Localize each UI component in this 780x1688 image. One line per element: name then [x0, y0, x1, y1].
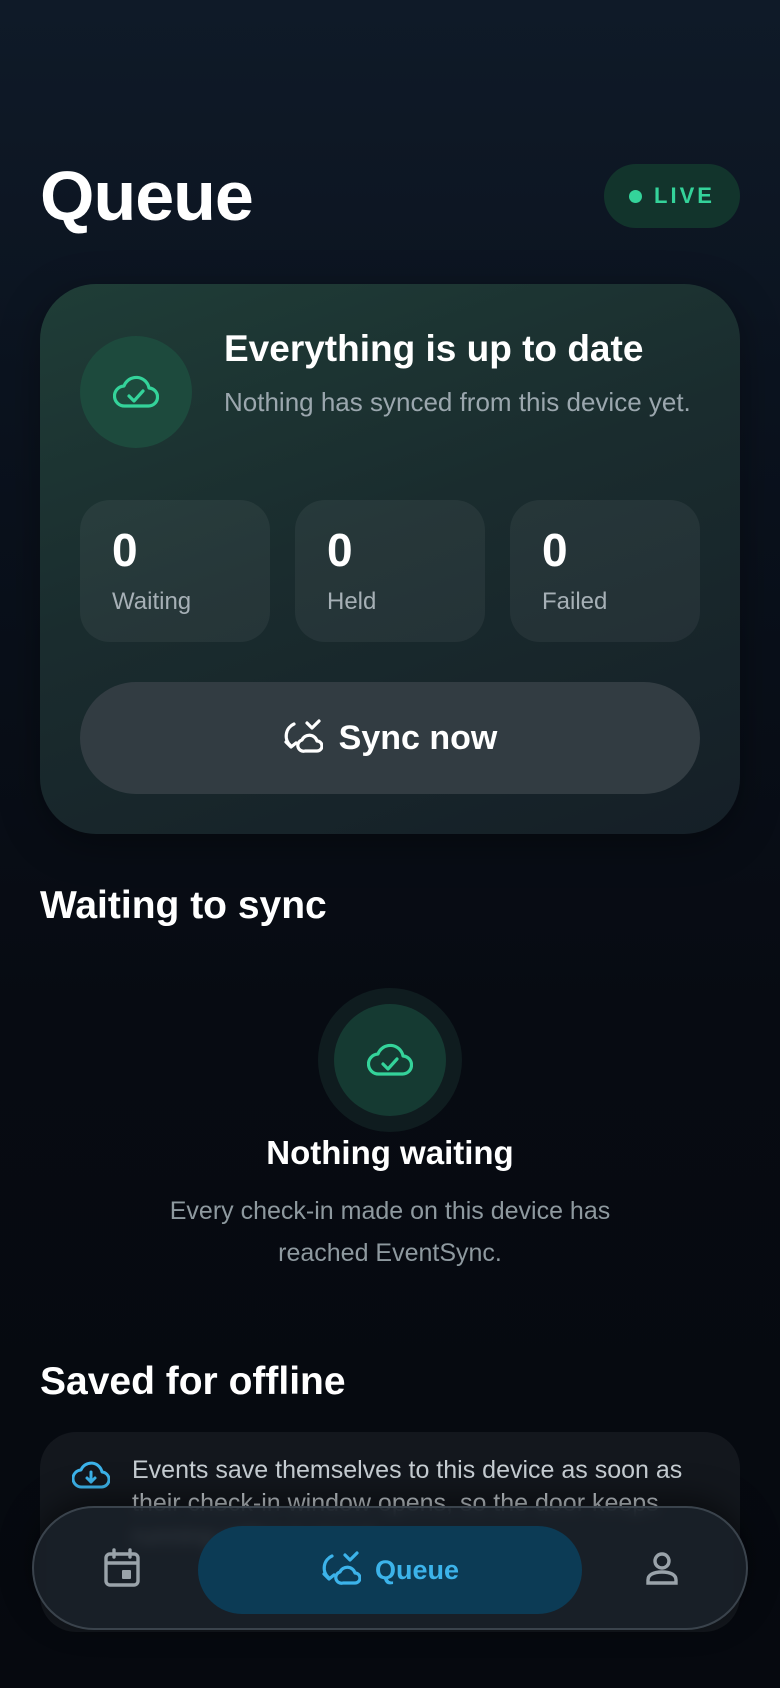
- queue-screen: Queue LIVE Everything is up to date Noth…: [0, 0, 780, 1688]
- bottom-tab-bar: Queue: [32, 1506, 748, 1630]
- stat-label: Failed: [542, 588, 608, 615]
- stat-value: 0: [327, 524, 353, 576]
- live-status-badge: LIVE: [604, 164, 740, 228]
- offline-section-title: Saved for offline: [40, 1360, 346, 1403]
- stat-label: Held: [327, 588, 377, 615]
- live-badge-label: LIVE: [654, 183, 715, 208]
- stat-value: 0: [112, 524, 138, 576]
- stat-label: Waiting: [112, 588, 192, 615]
- cloud-check-icon: [80, 336, 192, 448]
- stat-value: 0: [542, 524, 568, 576]
- sync-now-label: Sync now: [338, 718, 498, 757]
- waiting-section-title: Waiting to sync: [40, 884, 327, 927]
- page-title: Queue: [40, 157, 254, 235]
- tab-queue-label: Queue: [374, 1554, 460, 1585]
- live-indicator-dot: [629, 189, 643, 203]
- tab-events[interactable]: [100, 1547, 144, 1593]
- calendar-icon: [103, 1547, 141, 1593]
- empty-state-description: Every check-in made on this device has r…: [169, 1197, 611, 1267]
- sync-status-card: Everything is up to date Nothing has syn…: [40, 284, 740, 834]
- person-icon: [644, 1550, 680, 1591]
- stat-failed: 0 Failed: [510, 500, 700, 642]
- empty-state-title: Nothing waiting: [266, 1134, 514, 1171]
- status-subtitle: Nothing has synced from this device yet.: [224, 387, 691, 417]
- tab-profile[interactable]: [640, 1548, 684, 1592]
- cloud-download-icon: [71, 1460, 111, 1495]
- cloud-check-icon: [334, 1004, 446, 1116]
- stat-waiting: 0 Waiting: [80, 500, 270, 642]
- sync-icon: [321, 1550, 362, 1591]
- stat-held: 0 Held: [295, 500, 485, 642]
- sync-now-button[interactable]: Sync now: [80, 682, 700, 794]
- sync-icon: [283, 718, 324, 759]
- tab-queue[interactable]: Queue: [198, 1526, 582, 1614]
- status-title: Everything is up to date: [224, 328, 644, 369]
